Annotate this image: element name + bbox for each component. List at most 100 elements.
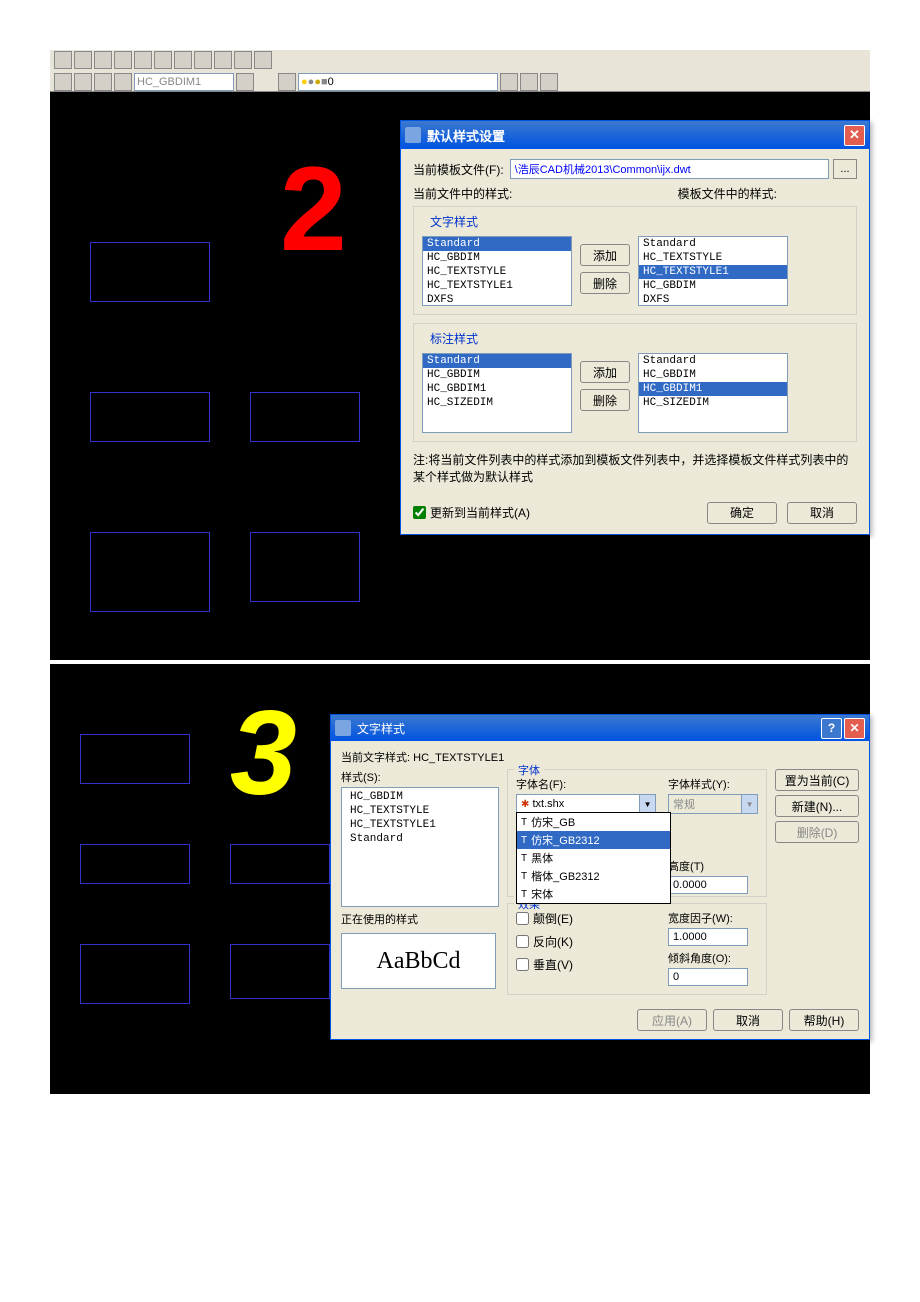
template-text-styles-list[interactable]: StandardHC_TEXTSTYLEHC_TEXTSTYLE1HC_GBDI… <box>638 236 788 306</box>
add-text-style-button[interactable]: 添加 <box>580 244 630 266</box>
list-item[interactable]: HC_TEXTSTYLE <box>639 251 787 265</box>
toolbar-icon[interactable] <box>114 73 132 91</box>
toolbar-icon[interactable] <box>154 51 172 69</box>
help-button[interactable]: 帮助(H) <box>789 1009 859 1031</box>
dialog-title: 默认样式设置 <box>427 126 844 145</box>
toolbar: ●●●■ 0 <box>50 50 870 92</box>
toolbar-icon[interactable] <box>236 73 254 91</box>
toolbar-icon[interactable] <box>500 73 518 91</box>
add-dim-style-button[interactable]: 添加 <box>580 361 630 383</box>
styles-label: 样式(S): <box>341 769 499 785</box>
default-style-dialog: 默认样式设置 ✕ 当前模板文件(F): ... 当前文件中的样式: 模板文件中的… <box>400 120 870 535</box>
font-dropdown-list[interactable]: T仿宋_GBT仿宋_GB2312T黑体T楷体_GB2312T宋体 <box>516 812 671 904</box>
dropdown-item[interactable]: T仿宋_GB <box>517 813 670 831</box>
font-style-label: 字体样式(Y): <box>668 776 758 792</box>
template-path-input[interactable] <box>510 159 829 179</box>
layer-icon[interactable] <box>278 73 296 91</box>
backwards-checkbox[interactable]: 反向(K) <box>516 933 656 950</box>
list-item[interactable]: DXFS <box>639 293 787 306</box>
apply-button: 应用(A) <box>637 1009 707 1031</box>
dropdown-item[interactable]: T仿宋_GB2312 <box>517 831 670 849</box>
styles-listbox[interactable]: HC_GBDIMHC_TEXTSTYLEHC_TEXTSTYLE1Standar… <box>341 787 499 907</box>
toolbar-icon[interactable] <box>54 51 72 69</box>
toolbar-icon[interactable] <box>74 51 92 69</box>
width-factor-label: 宽度因子(W): <box>668 910 748 926</box>
current-text-styles-list[interactable]: StandardHC_GBDIMHC_TEXTSTYLEHC_TEXTSTYLE… <box>422 236 572 306</box>
current-style-value: HC_TEXTSTYLE1 <box>413 752 504 764</box>
toolbar-icon[interactable] <box>520 73 538 91</box>
list-item[interactable]: HC_GBDIM <box>423 368 571 382</box>
list-item[interactable]: HC_SIZEDIM <box>423 396 571 410</box>
list-item[interactable]: HC_TEXTSTYLE1 <box>423 279 571 293</box>
set-current-button[interactable]: 置为当前(C) <box>775 769 859 791</box>
list-item[interactable]: Standard <box>639 237 787 251</box>
width-factor-input[interactable] <box>668 928 748 946</box>
current-style-label: 当前文字样式: <box>341 752 410 764</box>
ok-button[interactable]: 确定 <box>707 502 777 524</box>
cancel-button[interactable]: 取消 <box>787 502 857 524</box>
list-item[interactable]: Standard <box>423 237 571 251</box>
list-item[interactable]: HC_SIZEDIM <box>639 396 787 410</box>
delete-text-style-button[interactable]: 删除 <box>580 272 630 294</box>
list-item[interactable]: DXFS <box>423 293 571 306</box>
help-icon[interactable]: ? <box>821 718 842 739</box>
list-item[interactable]: HC_GBDIM <box>344 790 496 804</box>
list-item[interactable]: Standard <box>344 832 496 846</box>
list-item[interactable]: HC_TEXTSTYLE <box>423 265 571 279</box>
list-item[interactable]: HC_GBDIM <box>639 279 787 293</box>
chevron-down-icon: ▼ <box>741 795 757 813</box>
dimstyle-combo[interactable] <box>134 73 234 91</box>
list-item[interactable]: HC_GBDIM <box>423 251 571 265</box>
delete-button: 删除(D) <box>775 821 859 843</box>
toolbar-icon[interactable] <box>114 51 132 69</box>
titlebar[interactable]: 默认样式设置 ✕ <box>401 121 869 149</box>
screenshot-2: 3 文字样式 ? ✕ 当前文字样式: HC_TEXTSTYLE1 样式(S): … <box>50 664 870 1094</box>
toolbar-icon[interactable] <box>94 51 112 69</box>
preview-box: AaBbCd <box>341 933 496 989</box>
toolbar-icon[interactable] <box>54 73 72 91</box>
update-current-checkbox[interactable]: 更新到当前样式(A) <box>413 504 697 521</box>
text-style-group-title: 文字样式 <box>426 213 482 230</box>
toolbar-icon[interactable] <box>540 73 558 91</box>
list-item[interactable]: HC_TEXTSTYLE1 <box>639 265 787 279</box>
close-icon[interactable]: ✕ <box>844 718 865 739</box>
toolbar-icon[interactable] <box>214 51 232 69</box>
dropdown-item[interactable]: T楷体_GB2312 <box>517 867 670 885</box>
titlebar[interactable]: 文字样式 ? ✕ <box>331 715 869 741</box>
font-name-combo[interactable]: ✱ txt.shx ▼ <box>516 794 656 814</box>
toolbar-icon[interactable] <box>74 73 92 91</box>
list-item[interactable]: HC_GBDIM <box>639 368 787 382</box>
toolbar-icon[interactable] <box>234 51 252 69</box>
height-input[interactable] <box>668 876 748 894</box>
dim-style-group-title: 标注样式 <box>426 330 482 347</box>
toolbar-icon[interactable] <box>174 51 192 69</box>
new-button[interactable]: 新建(N)... <box>775 795 859 817</box>
toolbar-icon[interactable] <box>134 51 152 69</box>
browse-button[interactable]: ... <box>833 159 857 179</box>
dropdown-item[interactable]: T宋体 <box>517 885 670 903</box>
close-icon[interactable]: ✕ <box>844 125 865 146</box>
layer-combo[interactable]: ●●●■ 0 <box>298 73 498 91</box>
template-styles-label: 模板文件中的样式: <box>678 185 777 202</box>
template-file-label: 当前模板文件(F): <box>413 161 504 178</box>
delete-dim-style-button[interactable]: 删除 <box>580 389 630 411</box>
template-dim-styles-list[interactable]: StandardHC_GBDIMHC_GBDIM1HC_SIZEDIM <box>638 353 788 433</box>
toolbar-icon[interactable] <box>194 51 212 69</box>
dropdown-item[interactable]: T黑体 <box>517 849 670 867</box>
chevron-down-icon[interactable]: ▼ <box>639 795 655 813</box>
list-item[interactable]: Standard <box>423 354 571 368</box>
text-style-dialog: 文字样式 ? ✕ 当前文字样式: HC_TEXTSTYLE1 样式(S): HC… <box>330 714 870 1040</box>
list-item[interactable]: HC_GBDIM1 <box>423 382 571 396</box>
cancel-button[interactable]: 取消 <box>713 1009 783 1031</box>
dialog-icon <box>405 127 421 143</box>
toolbar-icon[interactable] <box>94 73 112 91</box>
list-item[interactable]: HC_TEXTSTYLE <box>344 804 496 818</box>
oblique-input[interactable] <box>668 968 748 986</box>
current-dim-styles-list[interactable]: StandardHC_GBDIMHC_GBDIM1HC_SIZEDIM <box>422 353 572 433</box>
list-item[interactable]: Standard <box>639 354 787 368</box>
list-item[interactable]: HC_TEXTSTYLE1 <box>344 818 496 832</box>
list-item[interactable]: HC_GBDIM1 <box>639 382 787 396</box>
vertical-checkbox[interactable]: 垂直(V) <box>516 956 656 973</box>
toolbar-icon[interactable] <box>254 51 272 69</box>
upside-down-checkbox[interactable]: 颠倒(E) <box>516 910 656 927</box>
